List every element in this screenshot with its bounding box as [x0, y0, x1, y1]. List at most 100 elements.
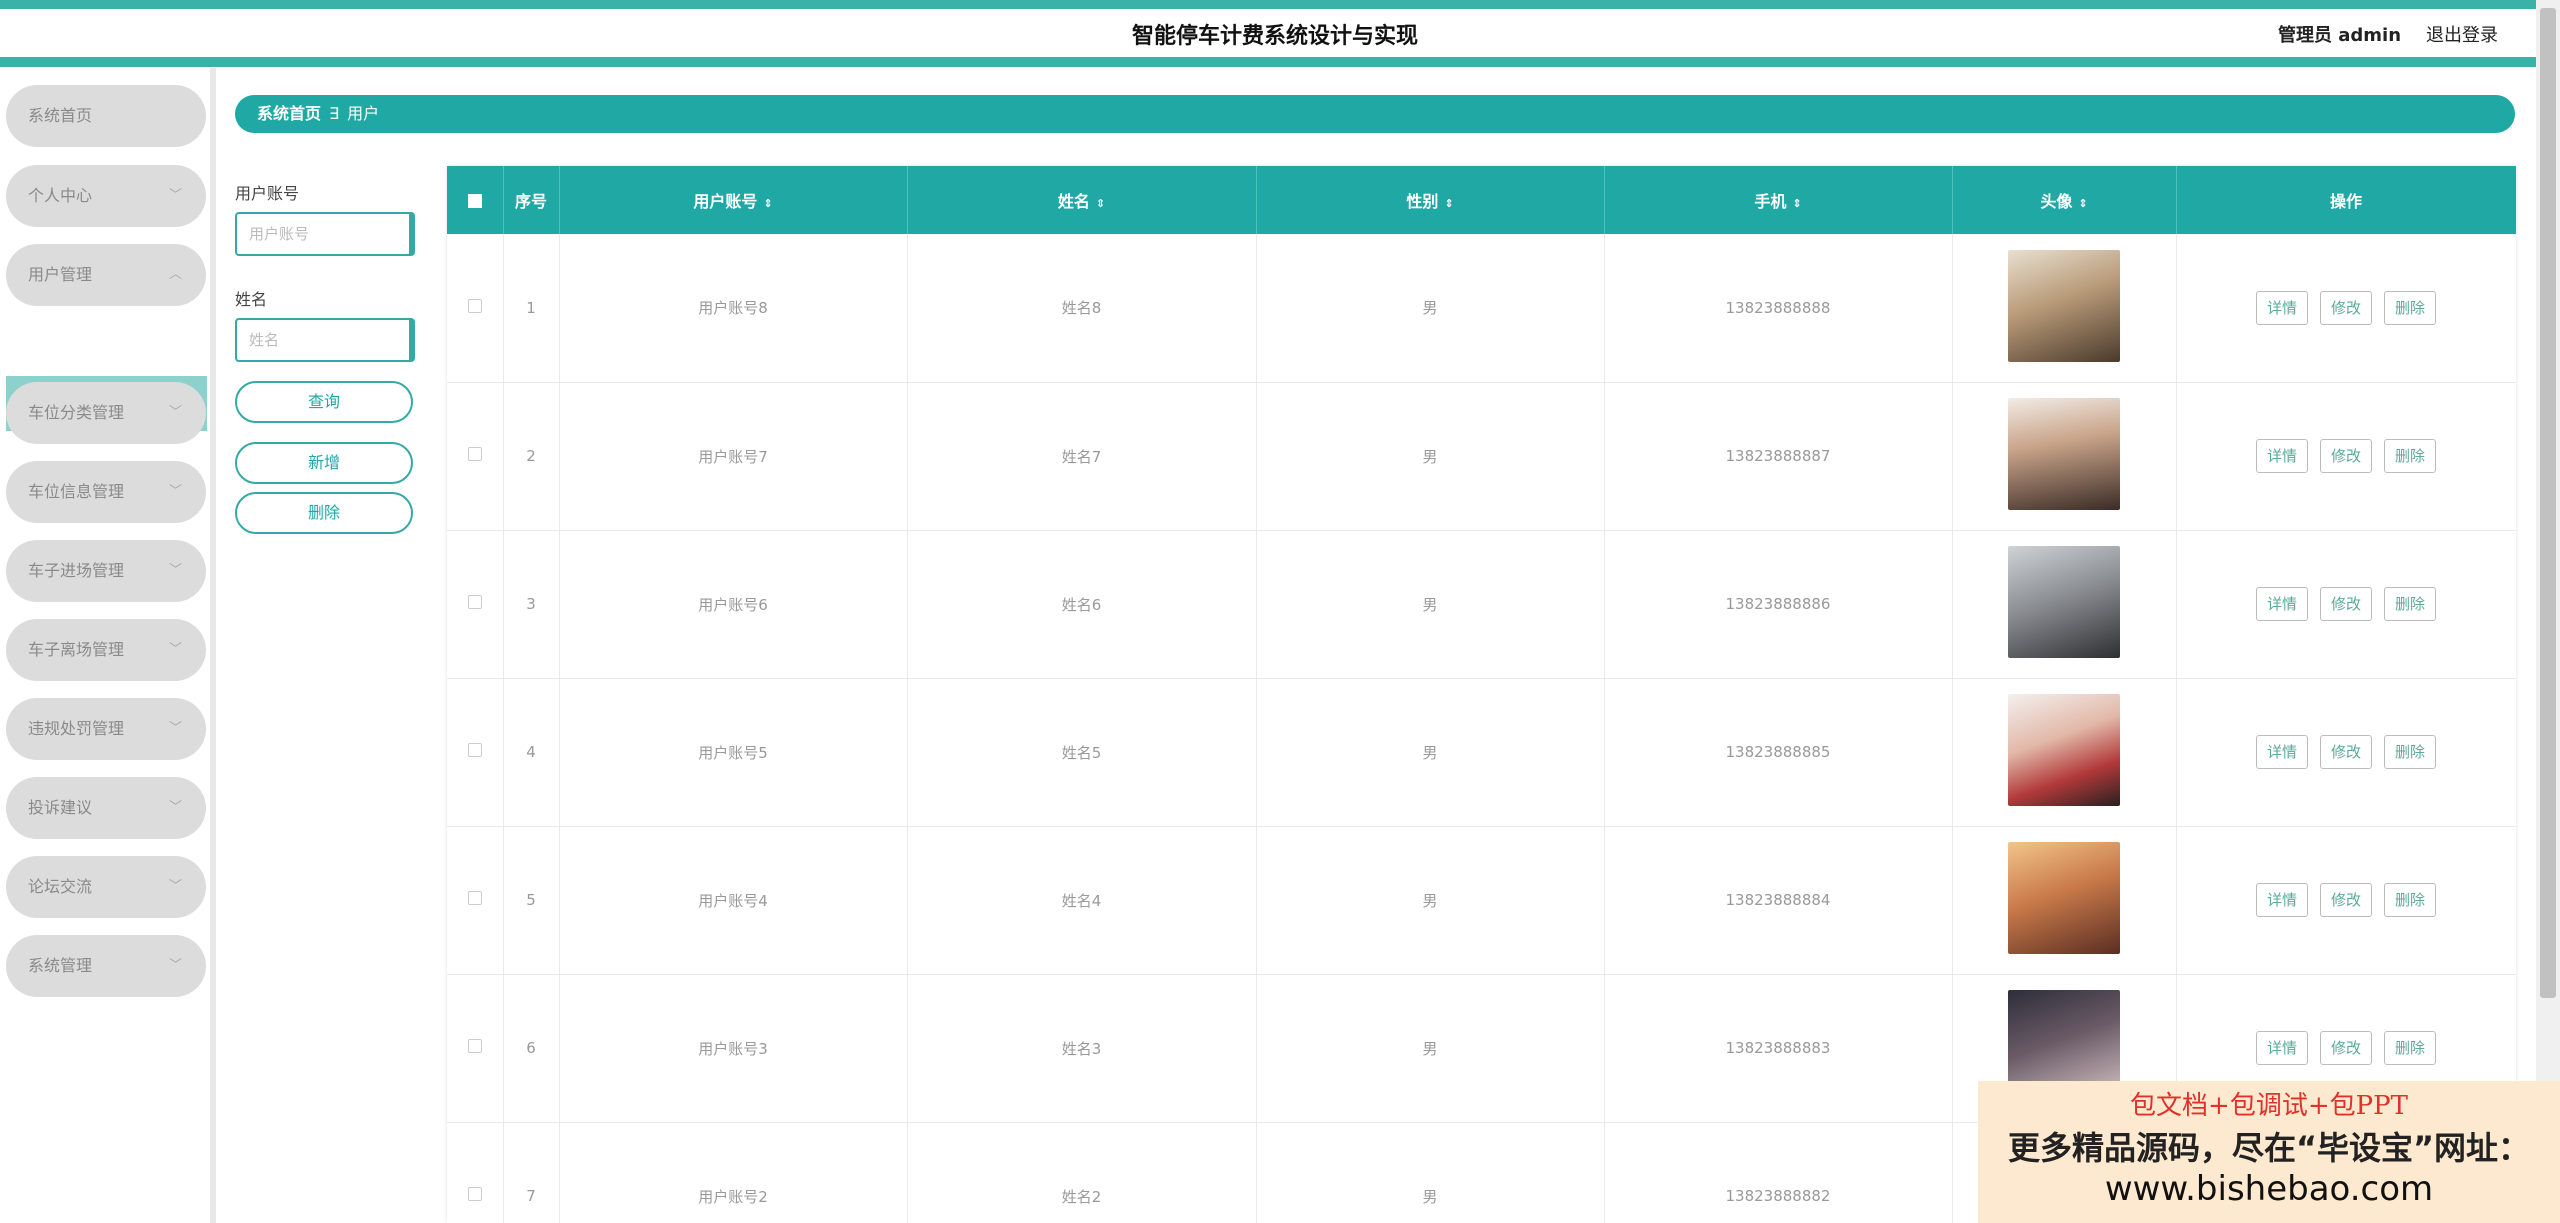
sidebar-item-complaints[interactable]: 投诉建议 ﹀	[6, 777, 206, 839]
logout-link[interactable]: 退出登录	[2426, 21, 2498, 47]
sidebar-item-label: 系统管理	[28, 956, 93, 975]
sidebar-item-label: 个人中心	[28, 186, 93, 205]
detail-button[interactable]: 详情	[2255, 883, 2308, 917]
chevron-down-icon: ﹀	[168, 721, 182, 736]
sidebar-item-personal-center[interactable]: 个人中心 ﹀	[6, 165, 206, 227]
delete-button[interactable]: 删除	[2384, 1031, 2437, 1065]
breadcrumb-home[interactable]: 系统首页	[257, 104, 321, 123]
detail-button[interactable]: 详情	[2255, 439, 2308, 473]
edit-button[interactable]: 修改	[2319, 439, 2372, 473]
delete-button[interactable]: 删除	[2384, 735, 2437, 769]
detail-button[interactable]: 详情	[2255, 735, 2308, 769]
sort-icon[interactable]: ⇕	[1096, 197, 1105, 210]
sidebar-item-space-category[interactable]: 车位分类管理 ﹀	[6, 382, 206, 444]
column-header-name[interactable]: 姓名 ⇕	[907, 166, 1257, 234]
chevron-down-icon: ﹀	[168, 879, 182, 894]
row-gender: 男	[1256, 530, 1605, 679]
promo-line-1: 包文档+包调试+包PPT	[2130, 1091, 2408, 1121]
promo-banner: 包文档+包调试+包PPT 更多精品源码，尽在“毕设宝”网址： www.bishe…	[1978, 1081, 2560, 1223]
page-scrollbar[interactable]	[2536, 0, 2560, 1223]
table-header-row: 序号 用户账号 ⇕ 姓名 ⇕ 性别 ⇕ 手机 ⇕ 头像 ⇕ 操作	[447, 166, 2516, 234]
add-button[interactable]: 新增	[235, 442, 413, 484]
avatar	[2008, 398, 2120, 510]
detail-button[interactable]: 详情	[2255, 587, 2308, 621]
row-checkbox[interactable]	[467, 1187, 482, 1201]
row-account: 用户账号6	[559, 530, 908, 679]
detail-button[interactable]: 详情	[2255, 290, 2308, 325]
avatar	[2008, 249, 2120, 362]
row-account: 用户账号3	[559, 974, 908, 1123]
sidebar-item-label: 系统首页	[28, 106, 93, 125]
sidebar-item-label: 车子离场管理	[28, 640, 125, 659]
row-phone: 13823888884	[1604, 826, 1953, 975]
account-search-input[interactable]	[235, 212, 415, 256]
sidebar-item-user-management[interactable]: 用户管理 ︿	[6, 244, 206, 306]
row-index: 2	[503, 382, 560, 531]
scrollbar-thumb[interactable]	[2540, 8, 2556, 998]
column-header-index: 序号	[503, 166, 560, 234]
sidebar-item-space-info[interactable]: 车位信息管理 ﹀	[6, 461, 206, 523]
row-phone: 13823888887	[1604, 382, 1953, 531]
column-header-phone[interactable]: 手机 ⇕	[1604, 166, 1953, 234]
chevron-down-icon: ﹀	[168, 188, 182, 203]
delete-button[interactable]: 删除	[2384, 290, 2437, 325]
avatar	[2008, 546, 2120, 658]
row-checkbox[interactable]	[467, 1039, 482, 1053]
sort-icon[interactable]: ⇕	[1444, 197, 1453, 210]
row-phone: 13823888882	[1604, 1122, 1953, 1223]
sidebar-item-label: 用户管理	[28, 265, 93, 284]
sort-icon[interactable]: ⇕	[763, 197, 772, 210]
column-header-gender[interactable]: 性别 ⇕	[1256, 166, 1605, 234]
column-header-avatar[interactable]: 头像 ⇕	[1952, 166, 2177, 234]
bulk-delete-button[interactable]: 删除	[235, 492, 413, 534]
edit-button[interactable]: 修改	[2319, 735, 2372, 769]
delete-button[interactable]: 删除	[2384, 439, 2437, 473]
query-button[interactable]: 查询	[235, 381, 413, 423]
edit-button[interactable]: 修改	[2319, 290, 2372, 325]
row-checkbox[interactable]	[467, 595, 482, 609]
detail-button[interactable]: 详情	[2255, 1031, 2308, 1065]
row-account: 用户账号7	[559, 382, 908, 531]
row-phone: 13823888886	[1604, 530, 1953, 679]
table-row: 5 用户账号4 姓名4 男 13823888884 详情 修改 删除	[447, 826, 2516, 975]
edit-button[interactable]: 修改	[2319, 587, 2372, 621]
sidebar-item-system[interactable]: 系统管理 ﹀	[6, 935, 206, 997]
row-gender: 男	[1256, 678, 1605, 827]
sidebar-item-car-entry[interactable]: 车子进场管理 ﹀	[6, 540, 206, 602]
sidebar-item-forum[interactable]: 论坛交流 ﹀	[6, 856, 206, 918]
row-account: 用户账号4	[559, 826, 908, 975]
row-checkbox[interactable]	[467, 891, 482, 905]
select-all-checkbox[interactable]	[467, 194, 482, 208]
sidebar-item-car-exit[interactable]: 车子离场管理 ﹀	[6, 619, 206, 681]
row-checkbox[interactable]	[467, 298, 482, 313]
row-phone: 13823888883	[1604, 974, 1953, 1123]
sidebar-item-label: 论坛交流	[28, 877, 93, 896]
column-header-actions: 操作	[2176, 166, 2516, 234]
row-name: 姓名8	[907, 234, 1257, 383]
account-label: 用户账号	[235, 184, 300, 203]
delete-button[interactable]: 删除	[2384, 587, 2437, 621]
chevron-down-icon: ﹀	[168, 958, 182, 973]
breadcrumb-current: 用户	[347, 104, 380, 123]
current-user-label: 管理员 admin	[2278, 25, 2402, 46]
row-gender: 男	[1256, 974, 1605, 1123]
edit-button[interactable]: 修改	[2319, 883, 2372, 917]
column-header-account[interactable]: 用户账号 ⇕	[559, 166, 908, 234]
top-header: 智能停车计费系统设计与实现 管理员 admin 退出登录	[0, 0, 2560, 68]
sidebar-item-home[interactable]: 系统首页	[6, 85, 206, 147]
sort-icon[interactable]: ⇕	[1792, 197, 1801, 210]
edit-button[interactable]: 修改	[2319, 1031, 2372, 1065]
table-row: 2 用户账号7 姓名7 男 13823888887 详情 修改 删除	[447, 382, 2516, 531]
name-search-input[interactable]	[235, 318, 415, 362]
row-checkbox[interactable]	[467, 447, 482, 461]
column-header-label: 性别	[1406, 192, 1439, 211]
sidebar-item-violation[interactable]: 违规处罚管理 ﹀	[6, 698, 206, 760]
row-phone: 13823888885	[1604, 678, 1953, 827]
select-all-cell[interactable]	[447, 166, 504, 234]
sidebar-item-label: 车位分类管理	[28, 403, 125, 422]
sort-icon[interactable]: ⇕	[2078, 197, 2087, 210]
row-checkbox[interactable]	[467, 743, 482, 757]
row-index: 4	[503, 678, 560, 827]
delete-button[interactable]: 删除	[2384, 883, 2437, 917]
chevron-down-icon: ﹀	[168, 642, 182, 657]
